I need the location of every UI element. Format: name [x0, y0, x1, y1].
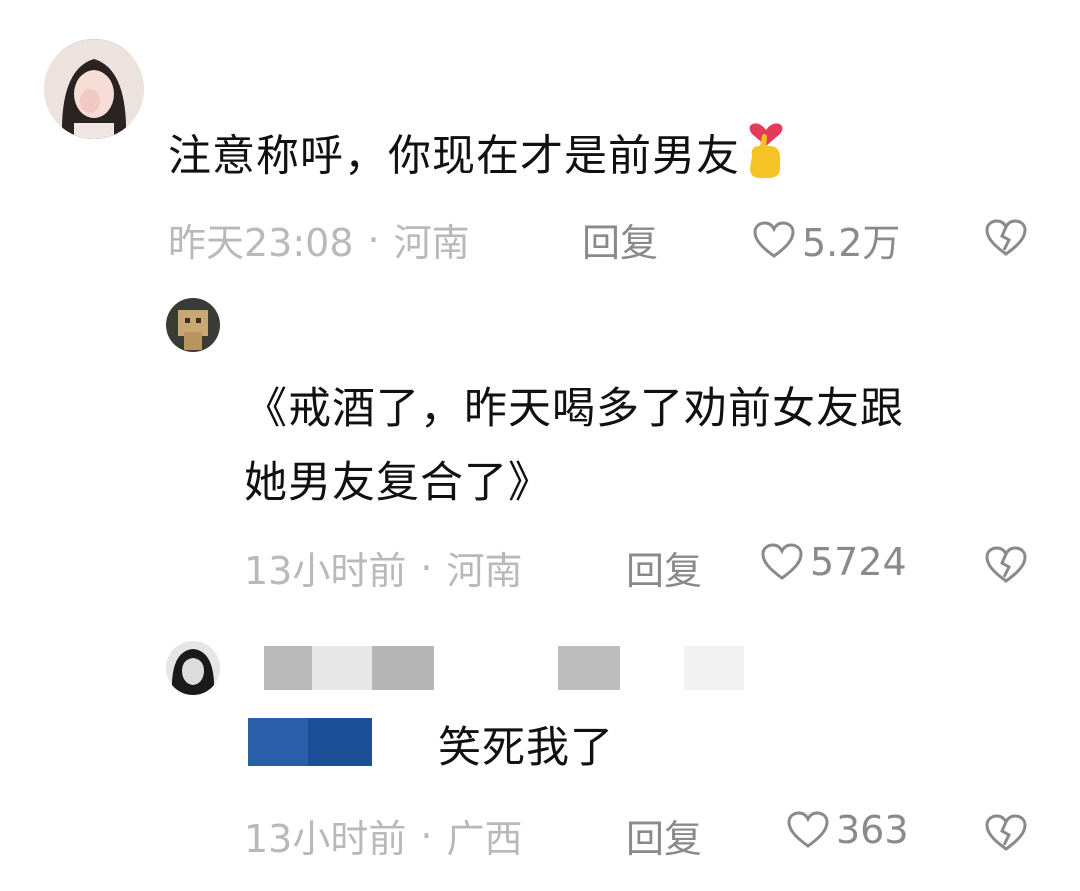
reply-button[interactable]: 回复: [626, 808, 702, 863]
like-button[interactable]: 5724: [760, 540, 907, 584]
mosaic-block: [308, 718, 372, 766]
separator-dot: ·: [367, 217, 380, 262]
separator-dot: ·: [420, 545, 433, 590]
comment-text: 笑死我了: [438, 723, 614, 773]
mosaic-block: [312, 646, 372, 690]
comment-text: 注意称呼，你现在才是前男友: [168, 116, 792, 202]
comment-text: 《戒酒了，昨天喝多了劝前女友跟 她男友复合了》: [244, 372, 904, 520]
avatar-dark-hair-image: [166, 641, 220, 695]
like-button[interactable]: 363: [786, 808, 909, 852]
location: 广西: [446, 817, 523, 861]
separator-dot: ·: [420, 813, 433, 858]
broken-heart-icon: [985, 546, 1027, 583]
timestamp: 13小时前: [244, 549, 407, 593]
comment-text-line: 她男友复合了》: [244, 458, 552, 508]
location: 河南: [446, 549, 523, 593]
avatar-box-figure-image: [166, 298, 220, 352]
mosaic-block: [684, 646, 744, 690]
avatar-user-1[interactable]: [44, 39, 144, 139]
heart-outline-icon: [753, 220, 795, 258]
dislike-button[interactable]: [984, 545, 1028, 589]
timestamp: 13小时前: [244, 817, 407, 861]
reply-button[interactable]: 回复: [582, 212, 658, 267]
like-count: 5724: [810, 540, 907, 584]
mosaic-block: [248, 718, 308, 766]
like-count: 363: [836, 808, 909, 852]
finger-heart-emoji-icon: [740, 116, 792, 202]
location: 河南: [393, 221, 470, 265]
comment-text-line: 《戒酒了，昨天喝多了劝前女友跟: [244, 384, 904, 434]
avatar-portrait-image: [44, 39, 144, 139]
like-button[interactable]: 5.2万: [752, 212, 900, 267]
heart-outline-icon: [761, 543, 803, 580]
mosaic-block: [558, 646, 620, 690]
broken-heart-icon: [985, 219, 1027, 256]
comment-meta: 13小时前 · 河南: [244, 540, 522, 595]
comment-meta: 昨天23:08 · 河南: [168, 212, 470, 267]
like-count: 5.2万: [802, 221, 901, 265]
reply-button[interactable]: 回复: [626, 540, 702, 595]
mosaic-block: [264, 646, 312, 690]
avatar-user-2[interactable]: [166, 298, 220, 352]
dislike-button[interactable]: [984, 813, 1028, 857]
mosaic-block: [372, 646, 434, 690]
broken-heart-icon: [985, 814, 1027, 851]
comment-meta: 13小时前 · 广西: [244, 808, 522, 863]
heart-outline-icon: [787, 811, 829, 848]
timestamp: 昨天23:08: [168, 221, 354, 265]
avatar-user-3[interactable]: [166, 641, 220, 695]
dislike-button[interactable]: [984, 218, 1028, 262]
